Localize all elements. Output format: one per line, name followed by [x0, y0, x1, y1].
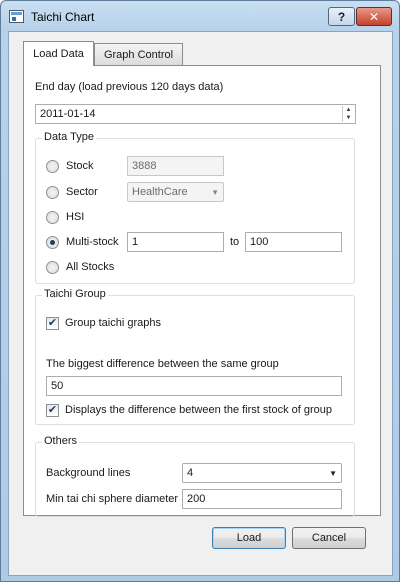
data-type-group: Data Type Stock 3888 Sector HealthCare ▼… — [35, 131, 355, 284]
hsi-label: HSI — [66, 211, 85, 223]
all-stocks-label: All Stocks — [66, 261, 115, 273]
to-label: to — [230, 236, 240, 248]
sector-label: Sector — [66, 186, 98, 198]
data-type-group-title: Data Type — [42, 131, 96, 143]
cancel-button[interactable]: Cancel — [292, 527, 366, 549]
group-taichi-checkbox[interactable]: ✔ — [46, 317, 59, 330]
others-group: Others Background lines 4 ▼ Min tai chi … — [35, 435, 355, 517]
spin-up-icon[interactable]: ▲ — [343, 106, 354, 114]
hsi-radio[interactable] — [46, 211, 59, 224]
sector-radio[interactable] — [46, 186, 59, 199]
close-button[interactable]: ✕ — [356, 7, 392, 26]
min-diameter-field[interactable]: 200 — [182, 489, 342, 509]
others-group-title: Others — [42, 435, 80, 447]
taichi-group-title: Taichi Group — [42, 288, 108, 300]
taichi-chart-window: Taichi Chart ? ✕ Load Data Graph Control… — [0, 0, 400, 582]
title-bar[interactable]: Taichi Chart ? ✕ — [1, 1, 399, 31]
app-window-icon — [9, 10, 24, 23]
display-diff-checkbox[interactable]: ✔ — [46, 404, 59, 417]
multi-stock-label: Multi-stock — [66, 236, 119, 248]
sector-value: HealthCare — [132, 186, 188, 198]
tab-graph-control[interactable]: Graph Control — [94, 43, 183, 65]
chevron-down-icon: ▼ — [329, 469, 337, 478]
min-diameter-label: Min tai chi sphere diameter — [46, 493, 179, 505]
taichi-group: Taichi Group ✔ Group taichi graphs The b… — [35, 288, 355, 425]
multi-stock-radio[interactable] — [46, 236, 59, 249]
all-stocks-radio[interactable] — [46, 261, 59, 274]
display-diff-label: Displays the difference between the firs… — [65, 404, 332, 416]
group-taichi-label: Group taichi graphs — [65, 317, 161, 329]
dialog-client-area: Load Data Graph Control End day (load pr… — [8, 31, 393, 576]
background-lines-value: 4 — [187, 467, 194, 479]
background-lines-dropdown[interactable]: 4 ▼ — [182, 463, 342, 483]
chevron-down-icon: ▼ — [211, 188, 219, 197]
multi-stock-to-field[interactable]: 100 — [245, 232, 342, 252]
spin-down-icon[interactable]: ▼ — [343, 114, 354, 122]
stock-code-field[interactable]: 3888 — [127, 156, 224, 176]
biggest-diff-label: The biggest difference between the same … — [46, 358, 279, 370]
window-title: Taichi Chart — [31, 10, 95, 24]
background-lines-label: Background lines — [46, 467, 131, 479]
end-day-value: 2011-01-14 — [40, 108, 96, 120]
load-button[interactable]: Load — [212, 527, 286, 549]
tab-load-data[interactable]: Load Data — [23, 41, 94, 66]
multi-stock-from-field[interactable]: 1 — [127, 232, 224, 252]
stock-label: Stock — [66, 160, 94, 172]
load-data-panel: End day (load previous 120 days data) 20… — [23, 65, 381, 517]
biggest-diff-field[interactable]: 50 — [46, 376, 342, 396]
end-day-date-field[interactable]: 2011-01-14 ▲ ▼ — [35, 104, 356, 124]
stock-radio[interactable] — [46, 160, 59, 173]
help-button[interactable]: ? — [328, 7, 355, 26]
date-spinner[interactable]: ▲ ▼ — [342, 106, 354, 122]
sector-dropdown[interactable]: HealthCare ▼ — [127, 182, 224, 202]
end-day-label: End day (load previous 120 days data) — [35, 81, 224, 93]
